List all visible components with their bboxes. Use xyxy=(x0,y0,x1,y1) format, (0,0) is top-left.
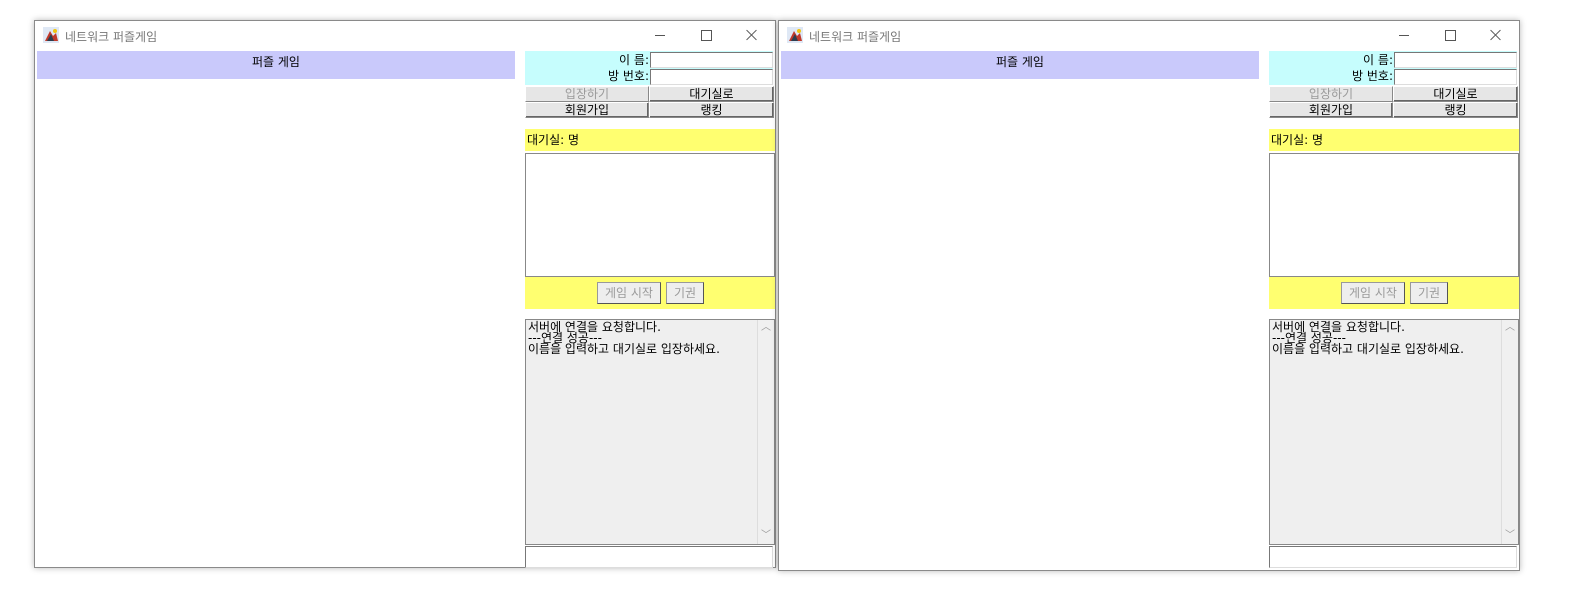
scroll-down-icon[interactable]: ﹀ xyxy=(758,528,774,544)
close-button[interactable] xyxy=(1473,21,1519,49)
room-number-input[interactable] xyxy=(650,69,773,85)
title-bar[interactable]: 네트워크 퍼즐게임 xyxy=(779,21,1519,49)
window-title: 네트워크 퍼즐게임 xyxy=(809,30,902,44)
waiting-user-list[interactable] xyxy=(525,153,775,277)
close-icon xyxy=(1490,29,1502,41)
log-text: 서버에 연결을 요청합니다. ---연결 성공--- 이름을 입력하고 대기실로… xyxy=(1272,320,1464,356)
scroll-down-icon[interactable]: ﹀ xyxy=(1502,528,1518,544)
game-action-bar: 게임 시작 기권 xyxy=(1269,277,1519,309)
lobby-button[interactable]: 대기실로 xyxy=(649,86,774,102)
game-action-bar: 게임 시작 기권 xyxy=(525,277,775,309)
game-header: 퍼즐 게임 xyxy=(37,51,515,79)
java-duke-icon xyxy=(787,27,803,43)
message-log[interactable]: 서버에 연결을 요청합니다. ---연결 성공--- 이름을 입력하고 대기실로… xyxy=(525,319,775,545)
log-text: 서버에 연결을 요청합니다. ---연결 성공--- 이름을 입력하고 대기실로… xyxy=(528,320,720,356)
forfeit-button[interactable]: 기권 xyxy=(666,282,704,304)
forfeit-button[interactable]: 기권 xyxy=(1410,282,1448,304)
maximize-icon xyxy=(700,29,712,41)
game-window-1: 네트워크 퍼즐게임 퍼즐 게임 이 름: 방 번호: 입장하기 대기실로 회원가… xyxy=(34,20,776,568)
chat-input[interactable] xyxy=(525,546,773,568)
minimize-icon xyxy=(1399,34,1409,36)
start-game-button[interactable]: 게임 시작 xyxy=(1341,282,1405,304)
ranking-button[interactable]: 랭킹 xyxy=(1393,102,1518,118)
scroll-up-icon[interactable]: ︿ xyxy=(1502,320,1518,336)
maximize-icon xyxy=(1444,29,1456,41)
maximize-button[interactable] xyxy=(683,21,729,49)
enter-button[interactable]: 입장하기 xyxy=(1269,86,1393,102)
chat-input[interactable] xyxy=(1269,546,1517,568)
waiting-room-count: 대기실: 명 xyxy=(525,129,775,151)
waiting-user-list[interactable] xyxy=(1269,153,1519,277)
room-number-input[interactable] xyxy=(1394,69,1517,85)
signup-button[interactable]: 회원가입 xyxy=(525,102,649,118)
room-number-label: 방 번호: xyxy=(608,69,649,83)
login-panel: 이 름: 방 번호: xyxy=(1269,51,1517,85)
window-content: 퍼즐 게임 이 름: 방 번호: 입장하기 대기실로 회원가입 랭킹 대기실: … xyxy=(36,50,776,568)
room-number-label: 방 번호: xyxy=(1352,69,1393,83)
signup-button[interactable]: 회원가입 xyxy=(1269,102,1393,118)
enter-button[interactable]: 입장하기 xyxy=(525,86,649,102)
name-label: 이 름: xyxy=(619,53,649,67)
waiting-room-count: 대기실: 명 xyxy=(1269,129,1519,151)
name-label: 이 름: xyxy=(1363,53,1393,67)
ranking-button[interactable]: 랭킹 xyxy=(649,102,774,118)
log-scrollbar[interactable]: ︿ ﹀ xyxy=(1501,320,1518,544)
lobby-button[interactable]: 대기실로 xyxy=(1393,86,1518,102)
maximize-button[interactable] xyxy=(1427,21,1473,49)
name-input[interactable] xyxy=(650,52,773,68)
login-panel: 이 름: 방 번호: xyxy=(525,51,773,85)
name-input[interactable] xyxy=(1394,52,1517,68)
log-scrollbar[interactable]: ︿ ﹀ xyxy=(757,320,774,544)
window-title: 네트워크 퍼즐게임 xyxy=(65,30,158,44)
window-content: 퍼즐 게임 이 름: 방 번호: 입장하기 대기실로 회원가입 랭킹 대기실: … xyxy=(780,50,1520,568)
close-icon xyxy=(746,29,758,41)
close-button[interactable] xyxy=(729,21,775,49)
minimize-icon xyxy=(655,34,665,36)
message-log[interactable]: 서버에 연결을 요청합니다. ---연결 성공--- 이름을 입력하고 대기실로… xyxy=(1269,319,1519,545)
minimize-button[interactable] xyxy=(1381,21,1427,49)
game-window-2: 네트워크 퍼즐게임 퍼즐 게임 이 름: 방 번호: 입장하기 대기실로 회원가… xyxy=(778,20,1520,571)
scroll-up-icon[interactable]: ︿ xyxy=(758,320,774,336)
title-bar[interactable]: 네트워크 퍼즐게임 xyxy=(35,21,775,49)
java-duke-icon xyxy=(43,27,59,43)
game-header: 퍼즐 게임 xyxy=(781,51,1259,79)
start-game-button[interactable]: 게임 시작 xyxy=(597,282,661,304)
minimize-button[interactable] xyxy=(637,21,683,49)
